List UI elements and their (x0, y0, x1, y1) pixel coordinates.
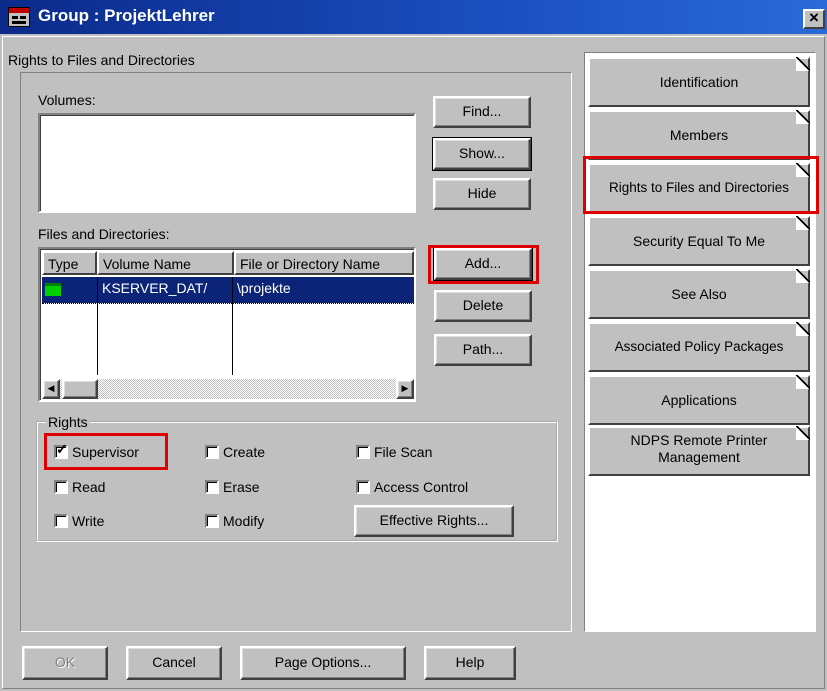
file-scan-checkbox[interactable]: File Scan (356, 444, 432, 460)
tab-ndps[interactable]: NDPS Remote Printer Management (588, 426, 810, 476)
checkbox-label: Create (223, 444, 266, 460)
ok-label: OK (54, 654, 76, 670)
column-header-volume[interactable]: Volume Name (97, 251, 234, 275)
tab-see-also[interactable]: See Also (588, 269, 810, 319)
checkbox-box[interactable] (205, 445, 219, 459)
cell-path: \projekte (237, 280, 291, 296)
files-label: Files and Directories: (38, 226, 170, 242)
checkbox-label: Write (72, 513, 105, 529)
scroll-right-button[interactable]: ▶ (396, 379, 414, 399)
ok-button[interactable]: OK (22, 646, 108, 680)
tab-security-equal[interactable]: Security Equal To Me (588, 216, 810, 266)
tab-label: Identification (659, 74, 739, 90)
path-button[interactable]: Path... (434, 334, 532, 366)
volumes-list[interactable] (38, 113, 416, 213)
tab-label: Members (669, 127, 729, 143)
tab-policy-packages[interactable]: Associated Policy Packages (588, 322, 810, 372)
highlight-supervisor (44, 433, 168, 470)
highlight-rights-tab (583, 156, 819, 214)
read-checkbox[interactable]: Read (54, 479, 105, 495)
app-icon[interactable] (8, 7, 30, 27)
find-button[interactable]: Find... (433, 96, 531, 128)
checkbox-label: Modify (223, 513, 265, 529)
show-button[interactable]: Show... (432, 137, 532, 171)
checkbox-label: File Scan (374, 444, 433, 460)
checkbox-box[interactable] (54, 514, 68, 528)
tab-label: Applications (661, 392, 737, 408)
window-title: Group : ProjektLehrer (38, 6, 215, 25)
highlight-add (428, 245, 539, 284)
create-checkbox[interactable]: Create (205, 444, 265, 460)
scroll-left-button[interactable]: ◀ (42, 379, 60, 399)
checkbox-label: Access Control (374, 479, 469, 495)
erase-checkbox[interactable]: Erase (205, 479, 260, 495)
tab-label: Associated Policy Packages (614, 339, 784, 354)
scroll-thumb[interactable] (62, 379, 98, 399)
cell-volume: KSERVER_DAT/ (102, 280, 208, 296)
page-options-button[interactable]: Page Options... (240, 646, 406, 680)
volumes-label: Volumes: (38, 92, 96, 108)
column-divider (232, 277, 233, 375)
modify-checkbox[interactable]: Modify (205, 513, 264, 529)
tab-label-line2: Management (658, 449, 740, 465)
tab-members[interactable]: Members (588, 110, 810, 160)
checkbox-box[interactable] (356, 480, 370, 494)
checkbox-box[interactable] (205, 514, 219, 528)
column-header-type[interactable]: Type (42, 251, 97, 275)
checkbox-box[interactable] (205, 480, 219, 494)
access-control-checkbox[interactable]: Access Control (356, 479, 468, 495)
hide-button[interactable]: Hide (433, 178, 531, 210)
close-button[interactable]: × (803, 9, 825, 29)
delete-button[interactable]: Delete (434, 290, 532, 322)
tab-applications[interactable]: Applications (588, 375, 810, 425)
folder-icon (45, 283, 61, 296)
section-title: Rights to Files and Directories (8, 52, 195, 68)
horizontal-scrollbar[interactable]: ◀ ▶ (42, 379, 414, 399)
help-button[interactable]: Help (424, 646, 516, 680)
files-table[interactable]: Type Volume Name File or Directory Name … (38, 247, 416, 402)
write-checkbox[interactable]: Write (54, 513, 104, 529)
rights-legend: Rights (48, 414, 88, 430)
title-bar[interactable]: Group : ProjektLehrer × (0, 0, 827, 34)
cancel-button[interactable]: Cancel (126, 646, 222, 680)
tab-label: See Also (671, 286, 727, 302)
effective-rights-button[interactable]: Effective Rights... (354, 505, 514, 537)
checkbox-label: Read (72, 479, 106, 495)
checkbox-box[interactable] (54, 480, 68, 494)
tab-identification[interactable]: Identification (588, 57, 810, 107)
column-header-path[interactable]: File or Directory Name (234, 251, 414, 275)
column-divider (97, 277, 98, 375)
tab-label-line1: NDPS Remote Printer (630, 432, 768, 448)
checkbox-label: Erase (223, 479, 260, 495)
tab-label: Security Equal To Me (632, 233, 766, 249)
checkbox-box[interactable] (356, 445, 370, 459)
